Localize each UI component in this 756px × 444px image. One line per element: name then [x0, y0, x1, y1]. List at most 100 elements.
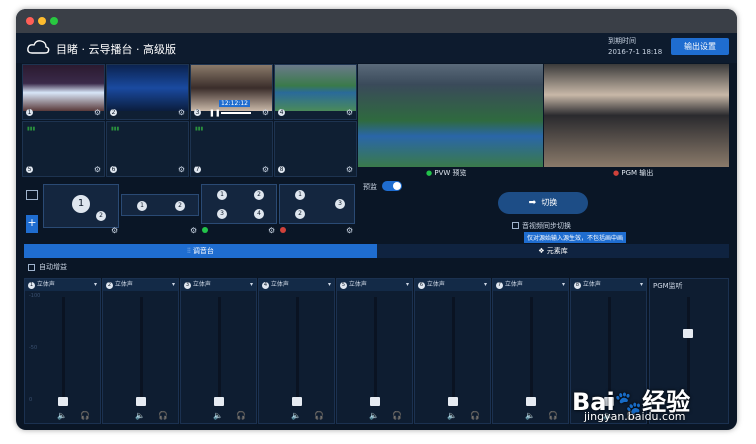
- headphone-icon[interactable]: 🎧: [80, 411, 90, 420]
- channel-header[interactable]: 2 立体声 ▾: [103, 279, 178, 291]
- gear-icon[interactable]: ⚙: [262, 108, 269, 117]
- layout-slot: 2: [254, 190, 264, 200]
- layout-three[interactable]: 1 2 3: [279, 184, 355, 224]
- gear-icon[interactable]: ⚙: [346, 108, 353, 117]
- gear-icon[interactable]: ⚙: [268, 226, 275, 235]
- chevron-down-icon: ▾: [639, 281, 643, 288]
- gear-icon[interactable]: ⚙: [346, 165, 353, 174]
- headphone-icon[interactable]: 🎧: [314, 411, 324, 420]
- volume-icon[interactable]: 🔈: [369, 411, 379, 420]
- source-cell-6[interactable]: ▮▮▮ 6 ⚙: [106, 121, 189, 177]
- gear-icon[interactable]: ⚙: [111, 226, 118, 235]
- audio-sync-label: 音视频同步切换: [522, 222, 571, 230]
- mixer-channel-3: 3 立体声 ▾ 🔈 🎧: [180, 278, 257, 424]
- mixer-channel-4: 4 立体声 ▾ 🔈 🎧: [258, 278, 335, 424]
- channel-header[interactable]: 6 立体声 ▾: [415, 279, 490, 291]
- headphone-icon[interactable]: 🎧: [392, 411, 402, 420]
- layout-slot: 2: [175, 201, 185, 211]
- source-number: 3: [194, 109, 201, 116]
- tab-library[interactable]: ❖ 元素库: [377, 244, 729, 258]
- fader-knob[interactable]: [526, 397, 536, 406]
- fader-track[interactable]: [62, 297, 65, 403]
- audio-sync-checkbox[interactable]: [512, 222, 519, 229]
- gear-icon[interactable]: ⚙: [178, 108, 185, 117]
- layout-slot: 2: [96, 211, 106, 221]
- layout-pip[interactable]: 1 2: [43, 184, 119, 228]
- gear-icon[interactable]: ⚙: [190, 226, 197, 235]
- app-title: 目睹 · 云导播台 · 高级版: [56, 43, 176, 56]
- fader-knob[interactable]: [683, 329, 693, 338]
- close-dot[interactable]: [26, 17, 34, 25]
- fader-knob[interactable]: [214, 397, 224, 406]
- layout-side-by-side[interactable]: 1 2: [121, 194, 199, 216]
- source-cell-5[interactable]: ▮▮▮ 5 ⚙: [22, 121, 105, 177]
- pvw-label: ● PVW 预览: [426, 168, 467, 178]
- gear-icon[interactable]: ⚙: [262, 165, 269, 174]
- watermark-url: jingyan.baidu.com: [584, 410, 686, 423]
- volume-icon[interactable]: 🔈: [291, 411, 301, 420]
- channel-mode: 立体声: [270, 281, 289, 288]
- layout-slot: 1: [217, 190, 227, 200]
- fader-track[interactable]: [140, 297, 143, 403]
- channel-header[interactable]: 3 立体声 ▾: [181, 279, 256, 291]
- mixer-channel-5: 5 立体声 ▾ 🔈 🎧: [336, 278, 413, 424]
- layout-slot: 1: [72, 195, 90, 213]
- fader-track[interactable]: [374, 297, 377, 403]
- headphone-icon[interactable]: 🎧: [470, 411, 480, 420]
- headphone-icon[interactable]: 🎧: [548, 411, 558, 420]
- add-layout-icon[interactable]: +: [26, 215, 38, 233]
- channel-header[interactable]: 5 立体声 ▾: [337, 279, 412, 291]
- audio-sync-tooltip: 仅对源始输入源生效，不包括画中画: [524, 232, 627, 243]
- fader-knob[interactable]: [58, 397, 68, 406]
- channel-header[interactable]: 4 立体声 ▾: [259, 279, 334, 291]
- channel-header[interactable]: 8 立体声 ▾: [571, 279, 646, 291]
- headphone-icon[interactable]: 🎧: [158, 411, 168, 420]
- source-cell-3[interactable]: 12:12:12 ❚❚ 3 ⚙: [190, 64, 273, 120]
- channel-mode: 立体声: [114, 281, 133, 288]
- single-layout-icon[interactable]: [26, 190, 38, 200]
- switch-button[interactable]: ➡ 切换: [498, 192, 588, 214]
- pgm-indicator-icon: ●: [613, 169, 620, 177]
- volume-icon[interactable]: 🔈: [57, 411, 67, 420]
- fader-knob[interactable]: [136, 397, 146, 406]
- cloud-logo-icon: [27, 40, 50, 54]
- source-cell-1[interactable]: 1 ⚙: [22, 64, 105, 120]
- source-cell-8[interactable]: 8 ⚙: [274, 121, 357, 177]
- fader-knob[interactable]: [292, 397, 302, 406]
- channel-header[interactable]: 7 立体声 ▾: [493, 279, 568, 291]
- volume-icon[interactable]: 🔈: [447, 411, 457, 420]
- headphone-icon[interactable]: 🎧: [236, 411, 246, 420]
- fader-track[interactable]: [296, 297, 299, 403]
- layout-quad[interactable]: 1 2 3 4: [201, 184, 277, 224]
- source-number: 2: [110, 109, 117, 116]
- fader-knob[interactable]: [448, 397, 458, 406]
- pause-icon[interactable]: ❚❚: [209, 109, 221, 117]
- auto-gain-checkbox[interactable]: [28, 264, 35, 271]
- volume-icon[interactable]: 🔈: [135, 411, 145, 420]
- pgm-monitor[interactable]: [544, 64, 729, 167]
- fader-track[interactable]: [530, 297, 533, 403]
- volume-icon[interactable]: 🔈: [525, 411, 535, 420]
- fader-knob[interactable]: [370, 397, 380, 406]
- zoom-dot[interactable]: [50, 17, 58, 25]
- audio-level: ▮▮▮: [195, 126, 204, 132]
- fader-track[interactable]: [218, 297, 221, 403]
- minimize-dot[interactable]: [38, 17, 46, 25]
- scale-label: -100: [29, 293, 41, 299]
- source-cell-4[interactable]: 4 ⚙: [274, 64, 357, 120]
- output-settings-button[interactable]: 输出设置: [671, 38, 729, 55]
- expiry-date: 2016-7-1 18:18: [608, 48, 663, 56]
- preview-toggle[interactable]: [382, 181, 402, 191]
- volume-icon[interactable]: 🔈: [213, 411, 223, 420]
- gear-icon[interactable]: ⚙: [346, 226, 353, 235]
- source-cell-7[interactable]: ▮▮▮ 7 ⚙: [190, 121, 273, 177]
- gear-icon[interactable]: ⚙: [178, 165, 185, 174]
- pvw-monitor[interactable]: [358, 64, 543, 167]
- source-cell-2[interactable]: 2 ⚙: [106, 64, 189, 120]
- gear-icon[interactable]: ⚙: [94, 108, 101, 117]
- tab-mixer[interactable]: ⫶⫶ 调音台: [24, 244, 377, 258]
- playback-scrubber[interactable]: [221, 112, 251, 114]
- gear-icon[interactable]: ⚙: [94, 165, 101, 174]
- fader-track[interactable]: [452, 297, 455, 403]
- channel-header[interactable]: 1 立体声 ▾: [25, 279, 100, 291]
